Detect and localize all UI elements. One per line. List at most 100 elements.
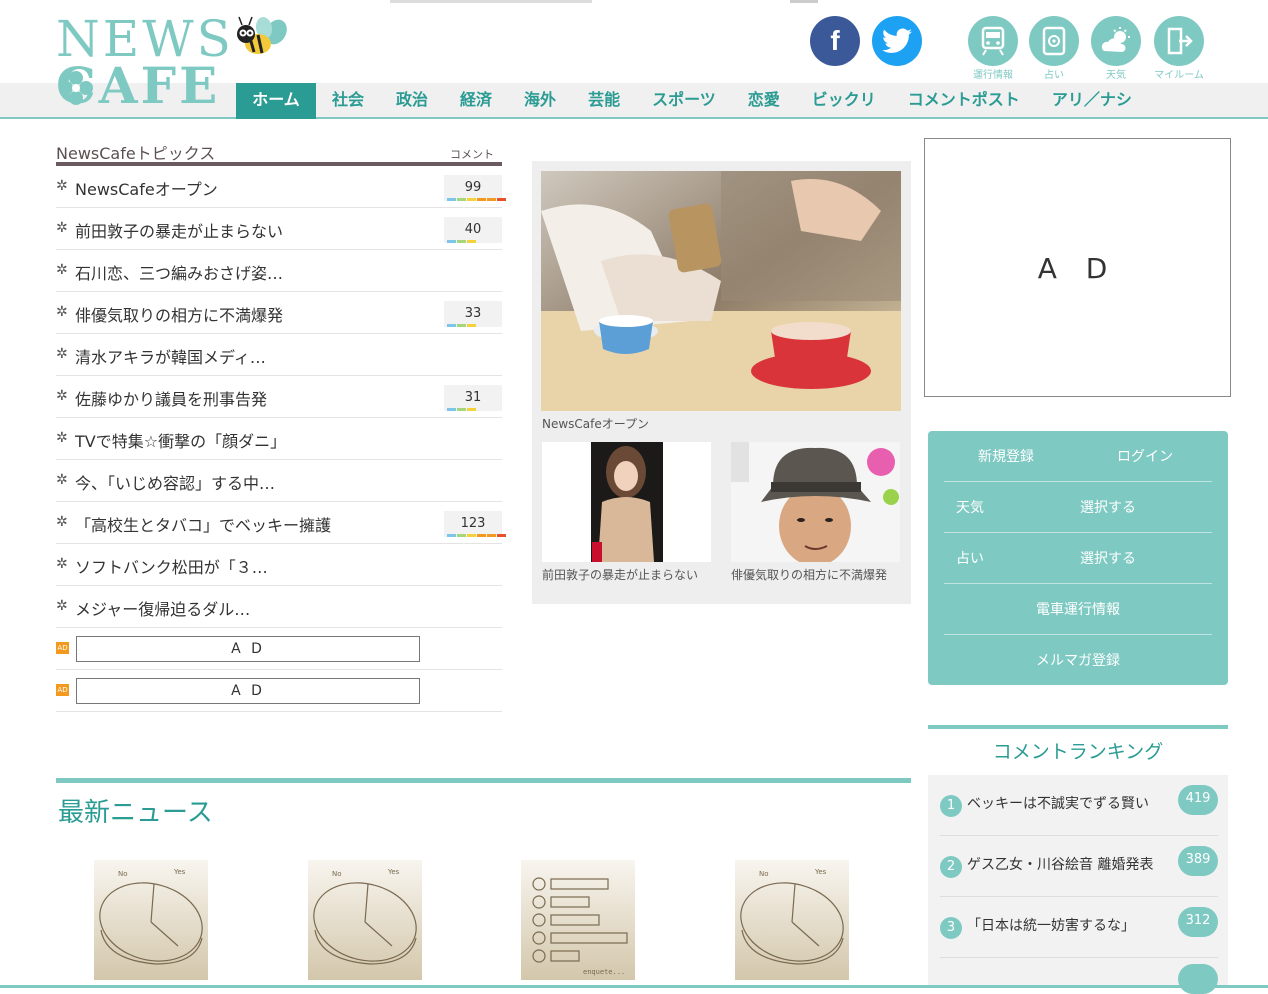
ad-icon: AD (56, 642, 69, 654)
nav-entertainment[interactable]: 芸能 (572, 83, 636, 119)
weather-icon (1091, 16, 1141, 66)
cafe-photo (541, 171, 901, 411)
topic-link[interactable]: 清水アキラが韓国メディ… (75, 344, 266, 368)
comment-count-value: 31 (464, 390, 482, 405)
ranking-item[interactable]: 1 ベッキーは不誠実でずる賢い 419 (940, 775, 1218, 836)
topic-link[interactable]: TVで特集☆衝撃の「顔ダニ」 (75, 428, 286, 452)
nav-sports[interactable]: スポーツ (636, 83, 732, 119)
actress-photo (591, 442, 663, 562)
fortune-label: 占い (956, 551, 984, 567)
topic-link[interactable]: 今、「いじめ容認」する中… (75, 470, 275, 494)
feature-sub-caption-2: 俳優気取りの相方に不満爆発 (731, 568, 888, 582)
feature-main-caption: NewsCafeオープン (542, 417, 650, 431)
latest-title: 最新ニュース (58, 798, 213, 828)
comment-count-badge: 389 (1178, 846, 1218, 876)
topic-item: ✲ NewsCafeオープン 99 (56, 166, 506, 208)
no-label: No (332, 870, 342, 878)
facebook-button[interactable]: f (810, 16, 860, 66)
ad-banner[interactable]: A D (76, 636, 420, 662)
flower-bullet-icon: ✲ (56, 514, 68, 530)
enquete-label: enquete... (583, 968, 625, 976)
flower-bullet-icon: ✲ (56, 304, 68, 320)
train-info-link[interactable]: 電車運行情報 (944, 599, 1212, 619)
mailmag-link[interactable]: メルマガ登録 (944, 650, 1212, 670)
mailmag-row: メルマガ登録 (944, 635, 1212, 686)
comment-heat-bar (447, 534, 507, 537)
register-link[interactable]: 新規登録 (978, 446, 1034, 466)
comment-heat-bar (447, 324, 477, 327)
nav-overseas[interactable]: 海外 (508, 83, 572, 119)
fortune-link[interactable]: 占い (1026, 16, 1082, 81)
topics-panel: NewsCafeトピックス コメント ✲ NewsCafeオープン 99 ✲ 前田敦子の… (56, 138, 506, 712)
ranking-title: コメントランキング (928, 725, 1228, 775)
topic-item: ✲ 俳優気取りの相方に不満爆発 33 (56, 292, 502, 334)
topic-link[interactable]: 石川恋、三つ編みおさげ姿… (75, 260, 283, 284)
topic-item: ✲ 「高校生とタバコ」でベッキー擁護 123 (56, 502, 506, 544)
topic-link[interactable]: ソフトバンク松田が「３… (75, 554, 268, 578)
news-thumb[interactable]: enquete... (521, 860, 635, 980)
fortune-row: 占い 選択する (944, 533, 1212, 584)
no-label: No (759, 870, 769, 878)
ranking-item[interactable] (940, 958, 1218, 994)
comment-count[interactable]: 31 (444, 385, 502, 411)
flower-icon (59, 71, 93, 105)
flower-bullet-icon: ✲ (56, 262, 68, 278)
topic-item: ✲ 佐藤ゆかり議員を刑事告発 31 (56, 376, 502, 418)
feature-sub-image-2[interactable] (731, 442, 900, 562)
nav-economy[interactable]: 経済 (444, 83, 508, 119)
feature-main-image[interactable] (541, 171, 901, 411)
myroom-link[interactable]: マイルーム (1151, 16, 1207, 81)
topic-item: ✲ TVで特集☆衝撃の「顔ダニ」 (56, 418, 502, 460)
member-auth-row: 新規登録 ログイン (944, 431, 1212, 482)
topic-link[interactable]: 「高校生とタバコ」でベッキー擁護 (75, 512, 331, 536)
topic-link[interactable]: メジャー復帰迫るダル… (75, 596, 250, 620)
sidebar-ad[interactable]: A D (924, 138, 1231, 397)
flower-bullet-icon: ✲ (56, 556, 68, 572)
ranking-item[interactable]: 2 ゲス乙女・川谷絵音 離婚発表 389 (940, 836, 1218, 897)
twitter-button[interactable] (872, 16, 922, 66)
nav-love[interactable]: 恋愛 (732, 83, 796, 119)
login-link[interactable]: ログイン (1117, 446, 1173, 466)
topic-link[interactable]: 俳優気取りの相方に不満爆発 (75, 302, 283, 326)
yes-label: Yes (387, 868, 400, 876)
topic-link[interactable]: 前田敦子の暴走が止まらない (75, 218, 283, 242)
comment-count[interactable]: 99 (444, 175, 506, 201)
ad-row: AD A D (56, 670, 502, 712)
feature-sub-caption-1: 前田敦子の暴走が止まらない (542, 568, 699, 582)
nav-surprise[interactable]: ビックリ (796, 83, 892, 119)
news-thumb[interactable]: No Yes (308, 860, 422, 980)
nav-ari-nashi[interactable]: アリ／ナシ (1036, 83, 1148, 119)
feature-panel: NewsCafeオープン 前田敦子の暴走が止まらない 俳優気取りの相方に不満爆発 (532, 161, 911, 604)
train-info-label: 運行情報 (973, 70, 1013, 81)
news-thumb[interactable]: No Yes (735, 860, 849, 980)
news-thumb[interactable]: No Yes (94, 860, 208, 980)
feature-sub-image-1[interactable] (542, 442, 711, 562)
comment-count[interactable]: 40 (444, 217, 502, 243)
fortune-select-link[interactable]: 選択する (1080, 548, 1136, 568)
topic-item: ✲ 今、「いじめ容認」する中… (56, 460, 502, 502)
train-info-link[interactable]: 運行情報 (965, 16, 1021, 81)
site-header: NEWS CAFE f 運行情報 占い 天気 マイルーム ホーム 社会 政治 経… (0, 0, 1268, 120)
comment-ranking: コメントランキング 1 ベッキーは不誠実でずる賢い 419 2 ゲス乙女・川谷絵… (928, 725, 1228, 994)
topic-link[interactable]: 佐藤ゆかり議員を刑事告発 (75, 386, 267, 410)
comment-count[interactable]: 123 (444, 511, 506, 537)
weather-label: 天気 (956, 500, 984, 516)
train-row: 電車運行情報 (944, 584, 1212, 635)
topic-link[interactable]: NewsCafeオープン (75, 176, 218, 200)
ranking-item[interactable]: 3 「日本は統一妨害するな」 312 (940, 897, 1218, 958)
topic-item: ✲ ソフトバンク松田が「３… (56, 544, 502, 586)
weather-select-link[interactable]: 選択する (1080, 497, 1136, 517)
nav-home[interactable]: ホーム (236, 83, 316, 119)
member-panel: 新規登録 ログイン 天気 選択する 占い 選択する 電車運行情報 メルマガ登録 (928, 431, 1228, 685)
nav-politics[interactable]: 政治 (380, 83, 444, 119)
comment-heat-bar (447, 240, 477, 243)
survey-list-icon: enquete... (532, 877, 628, 976)
weather-link[interactable]: 天気 (1088, 16, 1144, 81)
nav-comment-post[interactable]: コメントポスト (892, 83, 1036, 119)
fortune-icon (1029, 16, 1079, 66)
ad-banner[interactable]: A D (76, 678, 420, 704)
pie-chart-icon: No Yes (740, 868, 844, 965)
nav-society[interactable]: 社会 (316, 83, 380, 119)
comment-count-value: 99 (464, 180, 482, 195)
comment-count[interactable]: 33 (444, 301, 502, 327)
